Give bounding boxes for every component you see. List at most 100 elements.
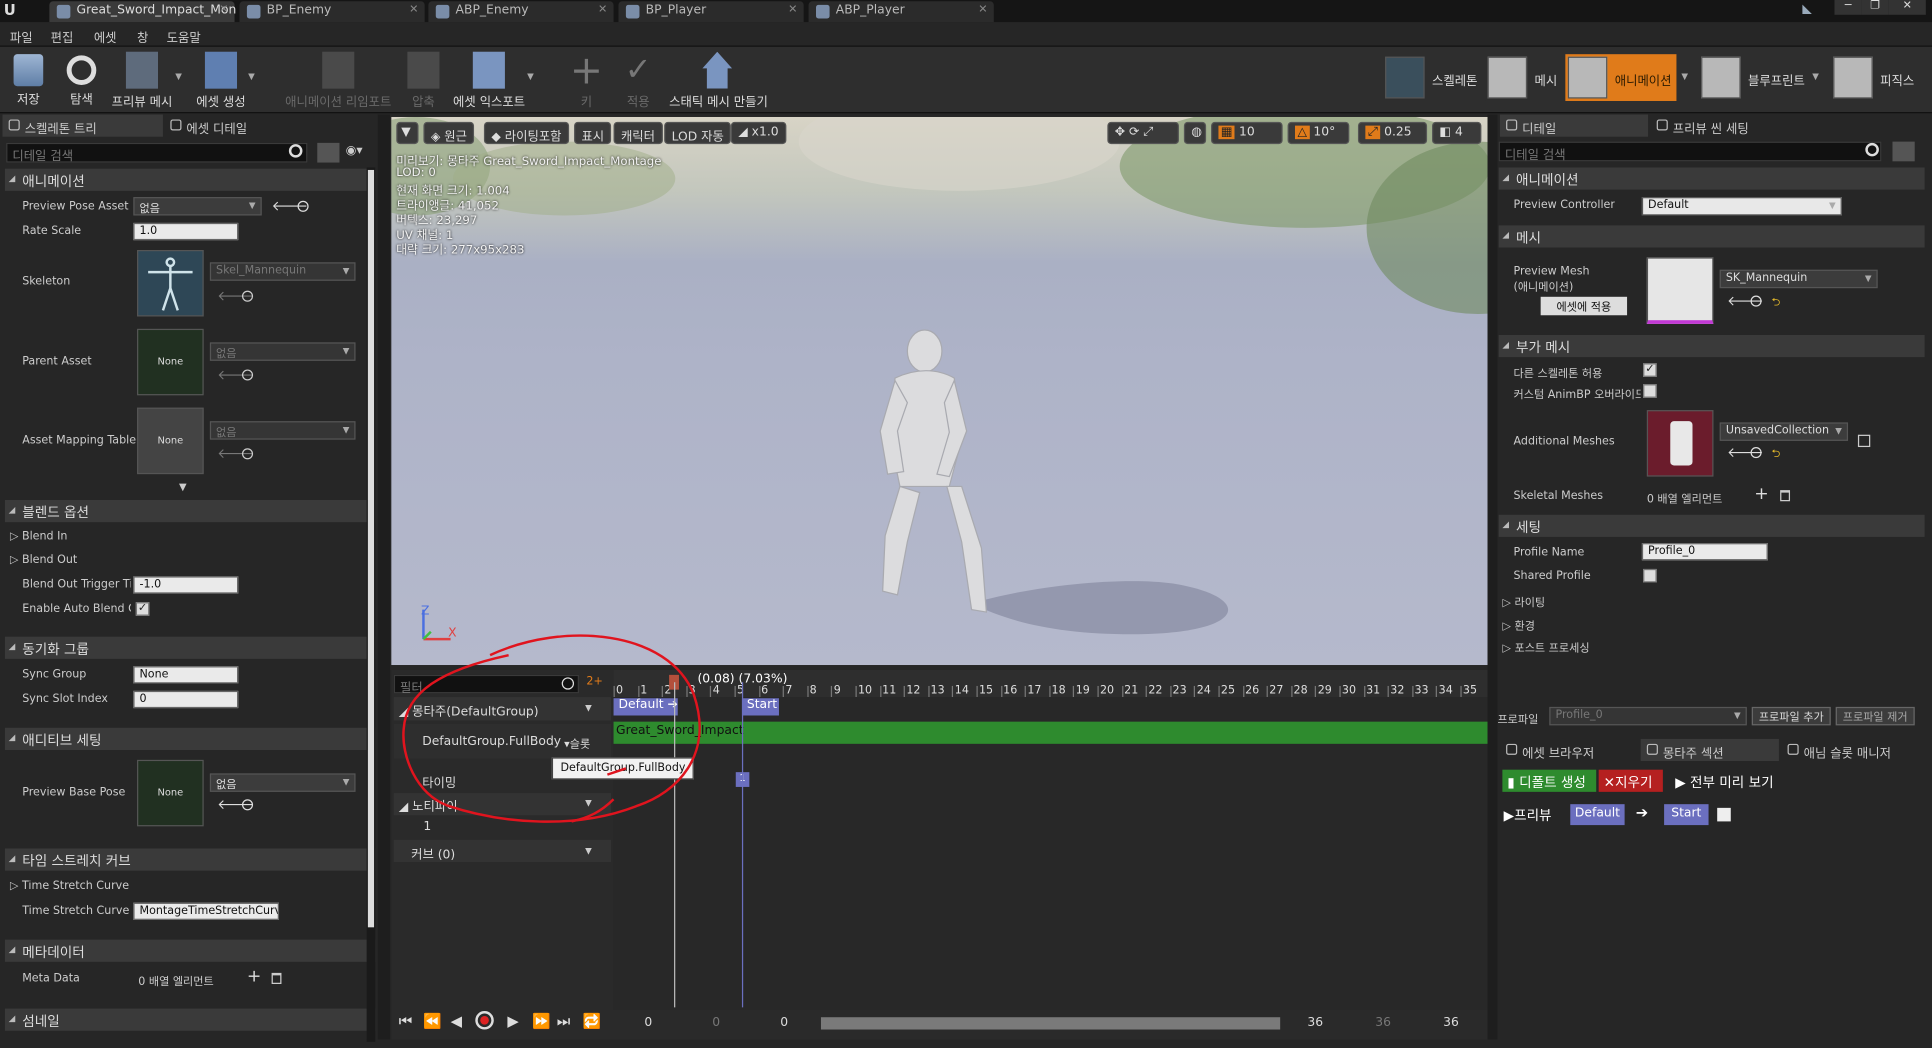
close-icon[interactable]: ✕ <box>788 4 797 16</box>
close-icon[interactable]: ✕ <box>219 4 228 16</box>
mode-blueprint[interactable]: 블루프린트 <box>1698 54 1818 101</box>
tab-asset-browser[interactable]: 에셋 브라우저 <box>1500 739 1638 761</box>
tab-preview-scene-settings[interactable]: 프리뷰 씬 세팅 <box>1651 115 1799 137</box>
chevron-down-icon[interactable]: ▼ <box>1681 71 1688 81</box>
additional-meshes-combo[interactable]: UnsavedCollection <box>1719 422 1849 441</box>
shared-profile-checkbox[interactable] <box>1643 568 1657 583</box>
use-selected-icon[interactable]: ⮌ <box>1772 445 1781 465</box>
category-time-stretch-curve[interactable]: 타임 스트레치 커브 <box>4 848 376 871</box>
create-default-button[interactable]: ▮ 디폴트 생성 <box>1502 769 1597 792</box>
create-asset-button[interactable]: 에셋 생성 <box>194 51 248 110</box>
loop-section-checkbox[interactable] <box>1717 807 1731 822</box>
right-details-search-input[interactable]: 디테일 검색 <box>1498 141 1882 163</box>
profile-name-input[interactable]: Profile_0 <box>1641 543 1768 561</box>
tab-montage-sections[interactable]: 몽타주 섹션 <box>1640 738 1779 762</box>
mode-physics[interactable]: 피직스 <box>1830 54 1918 101</box>
asset-mapping-thumbnail[interactable]: None <box>137 407 204 475</box>
details-search-input[interactable]: 디테일 검색 <box>6 142 308 164</box>
browse-button[interactable]: 탐색 <box>59 52 103 107</box>
post-processing-group[interactable]: ▷ 포스트 프로세싱 <box>1502 639 1589 655</box>
clear-button[interactable]: ✕지우기 <box>1598 769 1663 792</box>
tab-abp-player[interactable]: ABP_Player ✕ <box>808 1 994 23</box>
search-icon[interactable] <box>1750 447 1762 459</box>
step-forward-button[interactable]: ⏩ <box>532 1012 550 1029</box>
trash-icon[interactable] <box>1780 490 1791 502</box>
chevron-down-icon[interactable]: ▼ <box>175 71 182 81</box>
tab-asset-details[interactable]: 에셋 디테일 <box>164 115 302 137</box>
search-icon[interactable] <box>241 799 254 811</box>
tab-great-sword-impact[interactable]: Great_Sword_Impact_Mon ✕ <box>49 1 236 23</box>
trash-icon[interactable] <box>271 972 282 984</box>
key-button[interactable]: + 키 <box>568 50 605 109</box>
asset-mapping-combo[interactable]: 없음 <box>209 421 356 440</box>
sync-group-input[interactable]: None <box>133 666 239 684</box>
category-thumbnail[interactable]: 섬네일 <box>4 1008 376 1031</box>
timeline-scrollbar[interactable] <box>820 1017 1281 1030</box>
preview-pose-asset-combo[interactable]: 없음 <box>133 197 262 216</box>
menu-file[interactable]: 파일 <box>10 27 33 46</box>
mode-mesh[interactable]: 메시 <box>1485 54 1565 101</box>
preview-mesh-button[interactable]: 프리뷰 메시 <box>111 51 173 110</box>
lod-button[interactable]: LOD 자동 <box>664 121 732 145</box>
playback-speed-button[interactable]: ◢ x1.0 <box>730 121 787 145</box>
category-mesh[interactable]: 메시 <box>1498 225 1925 248</box>
coordinate-space-button[interactable]: ◍ <box>1183 121 1207 145</box>
search-icon[interactable] <box>1865 142 1879 157</box>
play-button[interactable]: ▶ <box>507 1012 518 1029</box>
reimport-button[interactable]: 애니메이션 리임포트 <box>285 51 391 110</box>
tab-abp-enemy[interactable]: ABP_Enemy ✕ <box>428 1 614 23</box>
tab-bp-enemy[interactable]: BP_Enemy ✕ <box>239 1 425 23</box>
grid-snap-button[interactable]: ▦ 10 <box>1211 121 1283 145</box>
search-icon[interactable] <box>241 369 254 381</box>
menu-window[interactable]: 창 <box>137 27 148 46</box>
search-icon[interactable] <box>241 448 254 460</box>
make-static-mesh-button[interactable]: 스태틱 메시 만들기 <box>669 51 768 110</box>
loop-button[interactable]: 🔁 <box>583 1012 601 1029</box>
lighting-button[interactable]: ◆ 라이팅포함 <box>483 121 569 145</box>
scale-snap-button[interactable]: ⤢ 0.25 <box>1357 121 1428 145</box>
custom-animbp-checkbox[interactable] <box>1643 384 1657 398</box>
preview-controller-combo[interactable]: Default <box>1641 197 1842 216</box>
parent-asset-combo[interactable]: 없음 <box>209 342 356 361</box>
additional-meshes-thumbnail[interactable] <box>1646 410 1714 477</box>
scrollbar-thumb[interactable] <box>367 169 375 928</box>
category-animation[interactable]: 애니메이션 <box>1498 167 1925 190</box>
close-icon[interactable]: ✕ <box>598 4 607 16</box>
play-reverse-button[interactable]: ◀ <box>451 1012 462 1029</box>
blend-out-trigger-input[interactable]: -1.0 <box>133 576 239 594</box>
add-element-icon[interactable]: + <box>247 967 261 987</box>
close-icon[interactable]: ✕ <box>409 4 418 16</box>
expand-more-icon[interactable]: ▼ <box>179 482 187 493</box>
close-icon[interactable]: ✕ <box>978 4 987 16</box>
chevron-down-icon[interactable]: ▼ <box>248 71 255 81</box>
parent-asset-thumbnail[interactable]: None <box>137 328 204 396</box>
view-options-icon[interactable] <box>317 142 340 163</box>
add-profile-button[interactable]: 프로파일 추가 <box>1751 706 1831 726</box>
viewport[interactable]: ▼ ◈ 원근 ◆ 라이팅포함 표시 캐릭터 LOD 자동 ◢ x1.0 ✥ ⟳ … <box>391 116 1488 666</box>
save-collection-icon[interactable] <box>1857 434 1871 448</box>
view-options-icon[interactable] <box>1892 141 1915 162</box>
category-additive-settings[interactable]: 애디티브 세팅 <box>4 727 376 750</box>
skip-to-start-button[interactable]: ⏮ <box>399 1012 412 1030</box>
environment-group[interactable]: ▷ 환경 <box>1502 617 1535 633</box>
minimize-button[interactable]: ─ <box>1834 0 1862 15</box>
search-icon[interactable] <box>297 200 309 212</box>
preview-all-button[interactable]: ▶ 전부 미리 보기 <box>1670 770 1778 792</box>
category-settings[interactable]: 세팅 <box>1498 514 1925 537</box>
camera-speed-button[interactable]: ◧ 4 <box>1432 121 1482 145</box>
export-asset-button[interactable]: 에셋 익스포트 <box>453 51 525 110</box>
profile-combo[interactable]: Profile_0 <box>1549 706 1747 726</box>
apply-to-asset-button[interactable]: 에셋에 적용 <box>1540 296 1628 316</box>
splitter[interactable] <box>377 114 391 1040</box>
section-default-chip[interactable]: Default <box>1570 804 1625 826</box>
use-selected-icon[interactable]: ⮌ <box>1772 293 1781 313</box>
lighting-group[interactable]: ▷ 라이팅 <box>1502 594 1545 609</box>
skeleton-combo[interactable]: Skel_Mannequin <box>209 262 356 281</box>
rate-scale-input[interactable]: 1.0 <box>133 222 239 241</box>
skip-to-end-button[interactable]: ⏭ <box>557 1012 570 1030</box>
menu-edit[interactable]: 편집 <box>51 27 74 46</box>
preview-mesh-thumbnail[interactable] <box>1646 257 1714 324</box>
chevron-down-icon[interactable]: ▼ <box>1812 71 1819 81</box>
viewport-options-button[interactable]: ▼ <box>396 121 419 145</box>
show-button[interactable]: 표시 <box>574 121 612 145</box>
